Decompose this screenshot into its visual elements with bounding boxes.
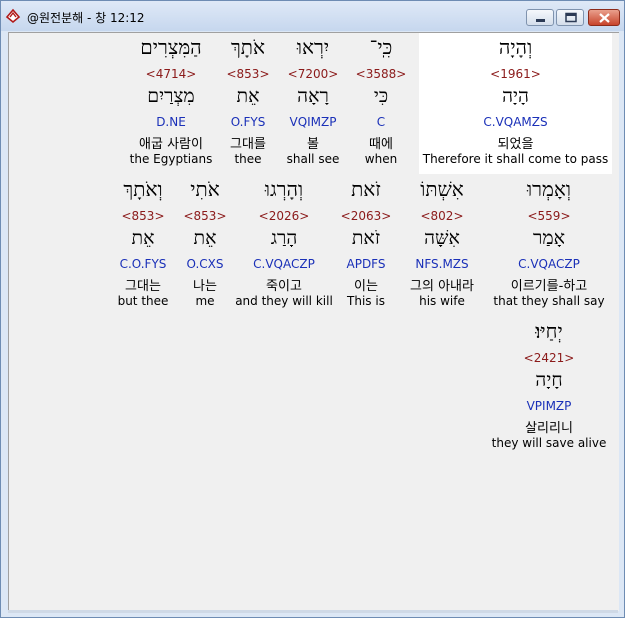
hebrew-word: וְאֹתָךְ — [123, 177, 163, 201]
strong-number: <4714> — [145, 67, 197, 81]
strong-number: <853> — [226, 67, 270, 81]
korean-gloss: 애굽 사람이 — [139, 137, 203, 152]
english-gloss: but thee — [117, 294, 169, 308]
hebrew-word: יְחַיּוּ׃ — [535, 319, 563, 343]
hebrew-word: כִּֽי־ — [369, 35, 393, 59]
strong-number: <853> — [183, 209, 227, 223]
word-cell[interactable]: כִּֽי־ <3588> כִּי C 때에 when — [349, 33, 413, 174]
hebrew-word: הַמִּצְרִים — [140, 35, 202, 59]
window-title: @원전분해 - 창 12:12 — [27, 11, 145, 25]
maximize-icon — [565, 12, 577, 23]
hebrew-word: זֹאת — [351, 177, 381, 201]
strong-number: <802> — [420, 209, 464, 223]
morphology-code: D.NE — [156, 115, 186, 129]
word-cell[interactable]: אִשְׁתּוֹ <802> אִשָּׁה NFS.MZS 그의 아내라 h… — [399, 175, 485, 316]
hebrew-word: וְאָמְרוּ — [527, 177, 571, 201]
lexical-form: אִשָּׁה — [424, 227, 460, 249]
morphology-code: NFS.MZS — [415, 257, 469, 271]
word-cell[interactable]: יְחַיּוּ׃ <2421> חָיָה VPIMZP 살리리니 they … — [489, 317, 609, 458]
morphology-code: C.O.FYS — [119, 257, 167, 271]
english-gloss: thee — [234, 152, 262, 166]
hebrew-word: יִרְאוּ — [296, 35, 330, 59]
maximize-button[interactable] — [556, 9, 584, 26]
app-window: @원전분해 - 창 12:12 וְהָיָה <1961> הָיָה C.V… — [0, 0, 625, 618]
minimize-icon — [536, 19, 545, 22]
english-gloss: that they shall say — [493, 294, 605, 308]
english-gloss: they will save alive — [491, 436, 607, 450]
strong-number: <2421> — [523, 351, 575, 365]
strong-number: <3588> — [355, 67, 407, 81]
korean-gloss: 살리리니 — [525, 421, 573, 436]
morphology-code: VPIMZP — [526, 399, 572, 413]
english-gloss: his wife — [419, 294, 465, 308]
korean-gloss: 때에 — [369, 137, 393, 152]
lexical-form: הָרַג — [270, 227, 298, 249]
morphology-code: C.VQACZP — [253, 257, 315, 271]
lexical-form: אֵת — [131, 227, 155, 249]
close-button[interactable] — [588, 9, 620, 26]
morphology-code: C.VQAMZS — [483, 115, 548, 129]
english-gloss: This is — [347, 294, 385, 308]
morphology-code: O.CXS — [186, 257, 224, 271]
korean-gloss: 볼 — [307, 137, 319, 152]
korean-gloss: 그대는 — [125, 279, 161, 294]
hebrew-word: וְהָרְגוּ — [264, 177, 304, 201]
english-gloss: Therefore it shall come to pass — [422, 152, 609, 166]
english-gloss: when — [364, 152, 398, 166]
strong-number: <1961> — [490, 67, 541, 81]
morphology-code: VQIMZP — [289, 115, 337, 129]
strong-number: <2026> — [258, 209, 310, 223]
app-icon — [5, 8, 21, 24]
hebrew-word: אִשְׁתּוֹ — [420, 177, 464, 201]
lexical-form: אֵת — [236, 85, 260, 107]
word-cell[interactable]: הַמִּצְרִים <4714> מִצְרַיִם D.NE 애굽 사람이… — [123, 33, 219, 174]
interlinear-panel[interactable]: וְהָיָה <1961> הָיָה C.VQAMZS 되었을 Theref… — [8, 32, 619, 611]
word-cell[interactable]: וְהָיָה <1961> הָיָה C.VQAMZS 되었을 Theref… — [419, 33, 612, 174]
korean-gloss: 죽이고 — [266, 279, 302, 294]
lexical-form: אָמַר — [533, 227, 565, 249]
morphology-code: C.VQACZP — [518, 257, 580, 271]
lexical-form: מִצְרַיִם — [147, 85, 195, 107]
minimize-button[interactable] — [526, 9, 554, 26]
word-cell[interactable]: וְהָרְגוּ <2026> הָרַג C.VQACZP 죽이고 and … — [235, 175, 333, 316]
lexical-form: הָיָה — [502, 85, 529, 107]
lexical-form: רָאָה — [297, 85, 329, 107]
lexical-form: אֵת — [193, 227, 217, 249]
english-gloss: shall see — [286, 152, 340, 166]
bottom-edge — [8, 610, 618, 613]
strong-number: <559> — [527, 209, 571, 223]
word-cell[interactable]: אֹתִי <853> אֵת O.CXS 나는 me — [179, 175, 231, 316]
english-gloss: the Egyptians — [129, 152, 213, 166]
korean-gloss: 그의 아내라 — [410, 279, 474, 294]
hebrew-word: אֹתָךְ — [230, 35, 266, 59]
lexical-form: חָיָה — [535, 369, 563, 391]
morphology-code: APDFS — [346, 257, 386, 271]
hebrew-word: וְהָיָה — [498, 35, 533, 59]
english-gloss: me — [195, 294, 215, 308]
strong-number: <7200> — [287, 67, 339, 81]
word-cell[interactable]: זֹאת <2063> זֹאת APDFS 이는 This is — [335, 175, 397, 316]
strong-number: <853> — [121, 209, 165, 223]
word-cell[interactable]: אֹתָךְ <853> אֵת O.FYS 그대를 thee — [219, 33, 277, 174]
korean-gloss: 나는 — [193, 279, 217, 294]
korean-gloss: 그대를 — [230, 137, 266, 152]
morphology-code: O.FYS — [230, 115, 266, 129]
lexical-form: זֹאת — [351, 227, 381, 249]
title-bar[interactable]: @원전분해 - 창 12:12 — [1, 1, 624, 31]
korean-gloss: 되었을 — [497, 137, 534, 152]
morphology-code: C — [376, 115, 386, 129]
korean-gloss: 이르기를-하고 — [510, 279, 588, 294]
strong-number: <2063> — [340, 209, 392, 223]
korean-gloss: 이는 — [354, 279, 378, 294]
english-gloss: and they will kill — [235, 294, 333, 308]
lexical-form: כִּי — [373, 85, 389, 107]
word-cell[interactable]: יִרְאוּ <7200> רָאָה VQIMZP 볼 shall see — [281, 33, 345, 174]
hebrew-word: אֹתִי — [190, 177, 220, 201]
close-icon — [599, 13, 610, 23]
word-cell[interactable]: וְאֹתָךְ <853> אֵת C.O.FYS 그대는 but thee — [109, 175, 177, 316]
word-cell[interactable]: וְאָמְרוּ <559> אָמַר C.VQACZP 이르기를-하고 t… — [489, 175, 609, 316]
